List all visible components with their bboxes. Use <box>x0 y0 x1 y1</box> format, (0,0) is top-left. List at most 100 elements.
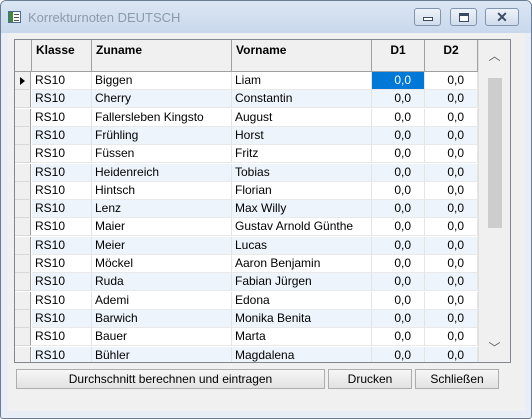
cell-klasse[interactable]: RS10 <box>32 163 92 182</box>
cell-zuname[interactable]: Ruda <box>92 273 232 292</box>
row-selector[interactable] <box>15 145 31 164</box>
cell-vorname[interactable]: Aaron Benjamin <box>232 255 372 273</box>
cell-vorname[interactable]: Gustav Arnold Günthe <box>232 218 372 237</box>
column-header-klasse[interactable]: Klasse <box>32 40 92 72</box>
close-button[interactable]: Schließen <box>415 369 499 389</box>
cell-klasse[interactable]: RS10 <box>32 200 92 219</box>
cell-zuname[interactable]: Bühler <box>92 346 232 362</box>
cell-klasse[interactable]: RS10 <box>32 181 92 200</box>
row-selector[interactable] <box>15 108 31 127</box>
calculate-average-button[interactable]: Durchschnitt berechnen und eintragen <box>16 369 325 389</box>
cell-d2[interactable]: 0,0 <box>425 255 478 273</box>
cell-zuname[interactable]: Meier <box>92 236 232 255</box>
cell-vorname[interactable]: Liam <box>232 72 372 90</box>
table-row[interactable]: RS10 Ademi Edona 0,0 0,0 <box>15 291 478 310</box>
row-selector[interactable] <box>15 126 31 145</box>
cell-klasse[interactable]: RS10 <box>32 72 92 90</box>
cell-d2[interactable]: 0,0 <box>425 218 478 237</box>
table-row[interactable]: RS10 Cherry Constantin 0,0 0,0 <box>15 90 478 109</box>
cell-klasse[interactable]: RS10 <box>32 291 92 310</box>
cell-zuname[interactable]: Füssen <box>92 145 232 164</box>
cell-d2[interactable]: 0,0 <box>425 273 478 292</box>
cell-zuname[interactable]: Cherry <box>92 90 232 109</box>
table-row[interactable]: RS10 Meier Lucas 0,0 0,0 <box>15 236 478 255</box>
cell-d1[interactable]: 0,0 <box>372 291 425 310</box>
table-row[interactable]: RS10 Heidenreich Tobias 0,0 0,0 <box>15 163 478 182</box>
row-selector[interactable] <box>15 328 31 347</box>
maximize-button[interactable] <box>450 8 477 26</box>
cell-d2[interactable]: 0,0 <box>425 181 478 200</box>
table-row[interactable]: RS10 Lenz Max Willy 0,0 0,0 <box>15 200 478 219</box>
table-row[interactable]: RS10 Bauer Marta 0,0 0,0 <box>15 328 478 347</box>
cell-d2[interactable]: 0,0 <box>425 145 478 164</box>
table-row[interactable]: RS10 Bühler Magdalena 0,0 0,0 <box>15 346 478 362</box>
cell-klasse[interactable]: RS10 <box>32 218 92 237</box>
cell-d2[interactable]: 0,0 <box>425 72 478 90</box>
scroll-up-icon[interactable]: ︿ <box>479 42 510 70</box>
table-row[interactable]: RS10 Barwich Monika Benita 0,0 0,0 <box>15 309 478 328</box>
cell-d1[interactable]: 0,0 <box>372 90 425 109</box>
table-row[interactable]: RS10 Hintsch Florian 0,0 0,0 <box>15 181 478 200</box>
cell-d1[interactable]: 0,0 <box>372 72 425 90</box>
cell-d2[interactable]: 0,0 <box>425 163 478 182</box>
row-selector[interactable] <box>15 291 31 310</box>
cell-klasse[interactable]: RS10 <box>32 126 92 145</box>
cell-vorname[interactable]: Horst <box>232 126 372 145</box>
cell-zuname[interactable]: Möckel <box>92 255 232 273</box>
cell-d1[interactable]: 0,0 <box>372 273 425 292</box>
cell-klasse[interactable]: RS10 <box>32 236 92 255</box>
cell-zuname[interactable]: Barwich <box>92 309 232 328</box>
cell-vorname[interactable]: Lucas <box>232 236 372 255</box>
row-selector[interactable] <box>15 218 31 237</box>
cell-vorname[interactable]: August <box>232 108 372 127</box>
cell-d1[interactable]: 0,0 <box>372 236 425 255</box>
cell-zuname[interactable]: Bauer <box>92 328 232 347</box>
cell-d1[interactable]: 0,0 <box>372 145 425 164</box>
cell-vorname[interactable]: Marta <box>232 328 372 347</box>
cell-d2[interactable]: 0,0 <box>425 309 478 328</box>
cell-zuname[interactable]: Biggen <box>92 72 232 90</box>
cell-vorname[interactable]: Max Willy <box>232 200 372 219</box>
cell-zuname[interactable]: Heidenreich <box>92 163 232 182</box>
table-row[interactable]: RS10 Maier Gustav Arnold Günthe 0,0 0,0 <box>15 218 478 237</box>
cell-vorname[interactable]: Constantin <box>232 90 372 109</box>
cell-d1[interactable]: 0,0 <box>372 255 425 273</box>
scroll-thumb[interactable] <box>488 78 502 228</box>
row-selector[interactable] <box>15 200 31 219</box>
title-bar[interactable]: Korrekturnoten DEUTSCH ✕ <box>1 1 531 33</box>
cell-d1[interactable]: 0,0 <box>372 126 425 145</box>
table-row[interactable]: RS10 Fallersleben Kingsto August 0,0 0,0 <box>15 108 478 127</box>
row-selector[interactable] <box>15 273 31 292</box>
column-header-vorname[interactable]: Vorname <box>232 40 372 72</box>
cell-d1[interactable]: 0,0 <box>372 346 425 362</box>
scroll-down-icon[interactable]: ﹀ <box>479 334 510 362</box>
cell-d1[interactable]: 0,0 <box>372 328 425 347</box>
cell-zuname[interactable]: Fallersleben Kingsto <box>92 108 232 127</box>
cell-d1[interactable]: 0,0 <box>372 309 425 328</box>
cell-zuname[interactable]: Frühling <box>92 126 232 145</box>
cell-klasse[interactable]: RS10 <box>32 145 92 164</box>
vertical-scrollbar[interactable]: ︿ ﹀ <box>478 40 510 362</box>
cell-d2[interactable]: 0,0 <box>425 346 478 362</box>
cell-d2[interactable]: 0,0 <box>425 328 478 347</box>
cell-d1[interactable]: 0,0 <box>372 163 425 182</box>
row-selector[interactable] <box>15 236 31 255</box>
row-selector[interactable] <box>15 163 31 182</box>
cell-vorname[interactable]: Florian <box>232 181 372 200</box>
cell-klasse[interactable]: RS10 <box>32 90 92 109</box>
cell-vorname[interactable]: Monika Benita <box>232 309 372 328</box>
cell-vorname[interactable]: Fritz <box>232 145 372 164</box>
grades-grid[interactable]: Klasse Zuname Vorname D1 D2 RS10 Biggen Li… <box>14 39 511 363</box>
minimize-button[interactable] <box>414 8 441 26</box>
cell-zuname[interactable]: Lenz <box>92 200 232 219</box>
cell-vorname[interactable]: Edona <box>232 291 372 310</box>
print-button[interactable]: Drucken <box>328 369 412 389</box>
column-header-zuname[interactable]: Zuname <box>92 40 232 72</box>
row-selector[interactable] <box>15 181 31 200</box>
table-row[interactable]: RS10 Ruda Fabian Jürgen 0,0 0,0 <box>15 273 478 292</box>
cell-d2[interactable]: 0,0 <box>425 108 478 127</box>
cell-zuname[interactable]: Hintsch <box>92 181 232 200</box>
table-row[interactable]: RS10 Füssen Fritz 0,0 0,0 <box>15 145 478 164</box>
cell-klasse[interactable]: RS10 <box>32 346 92 362</box>
cell-zuname[interactable]: Maier <box>92 218 232 237</box>
